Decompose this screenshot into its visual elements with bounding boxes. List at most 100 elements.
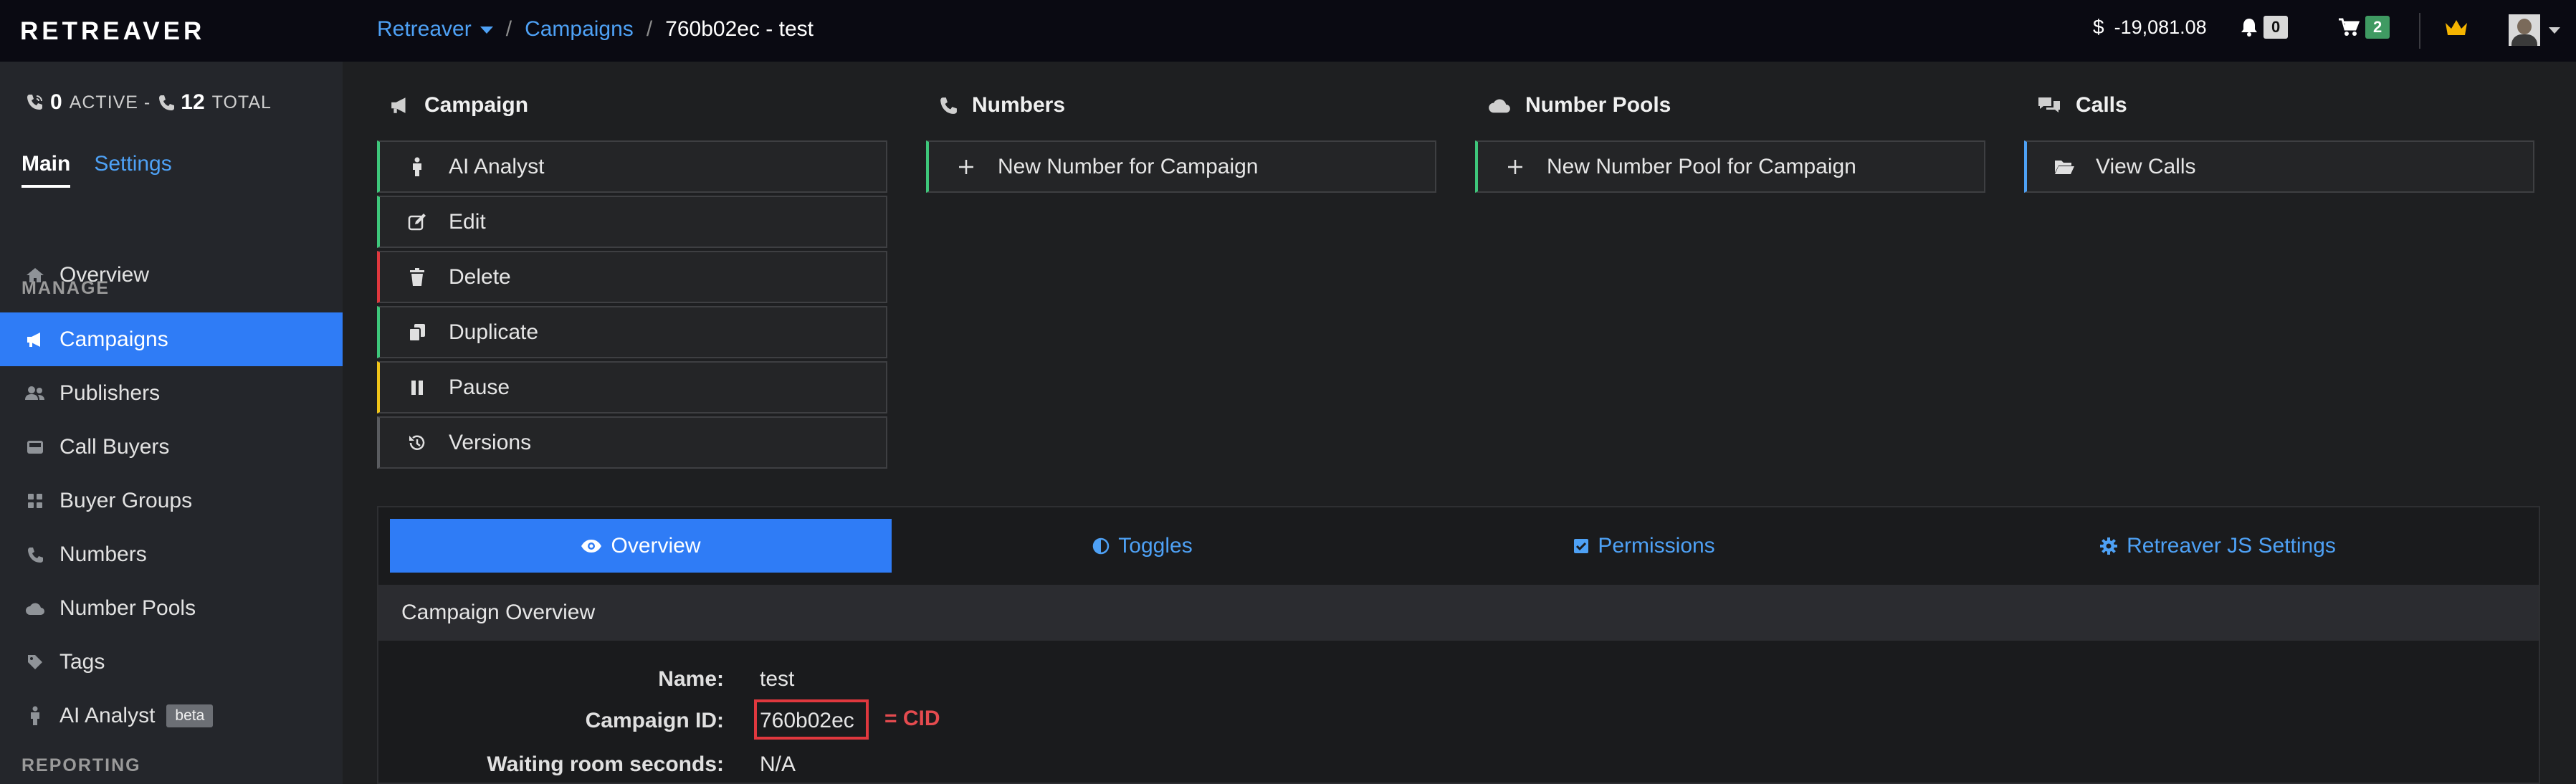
section-heading-reporting: REPORTING bbox=[22, 755, 141, 775]
top-divider bbox=[2419, 13, 2420, 49]
tab-toggles[interactable]: Toggles bbox=[892, 519, 1393, 573]
sidebar-item-label: Publishers bbox=[59, 381, 161, 405]
tab-overview[interactable]: Overview bbox=[390, 519, 892, 573]
plus-icon bbox=[1502, 158, 1528, 176]
tab-retreaver-js-settings[interactable]: Retreaver JS Settings bbox=[1895, 519, 2540, 573]
number-pools-heading: Number Pools bbox=[1488, 93, 1671, 118]
breadcrumb-campaigns[interactable]: Campaigns bbox=[525, 17, 634, 42]
sidebar-item-label: Numbers bbox=[59, 542, 147, 566]
numbers-heading: Numbers bbox=[939, 93, 1065, 118]
sidebar-item-label: Campaigns bbox=[59, 327, 168, 351]
breadcrumb: Retreaver / Campaigns / 760b02ec - test bbox=[377, 17, 814, 42]
sidebar-item-publishers[interactable]: Publishers bbox=[0, 366, 343, 420]
gear-icon bbox=[2099, 537, 2118, 555]
grid-icon bbox=[24, 493, 47, 509]
account-balance[interactable]: $ -19,081.08 bbox=[2093, 16, 2207, 39]
caret-down-icon bbox=[480, 27, 493, 34]
name-value: test bbox=[760, 667, 795, 691]
history-icon bbox=[404, 434, 430, 452]
new-number-button[interactable]: New Number for Campaign bbox=[926, 140, 1436, 193]
new-number-pool-button[interactable]: New Number Pool for Campaign bbox=[1475, 140, 1985, 193]
balance-amount: -19,081.08 bbox=[2114, 16, 2207, 38]
sidebar-item-ai-analyst[interactable]: AI Analyst beta bbox=[0, 689, 343, 742]
campaign-heading: Campaign bbox=[390, 93, 528, 118]
active-label: ACTIVE - bbox=[69, 92, 151, 113]
sidebar: 0 ACTIVE - 12 TOTAL Main Settings Overvi… bbox=[0, 62, 343, 784]
cid-highlight-box bbox=[754, 699, 869, 740]
sidebar-item-buyer-groups[interactable]: Buyer Groups bbox=[0, 474, 343, 527]
call-stats: 0 ACTIVE - 12 TOTAL bbox=[26, 90, 272, 115]
users-icon bbox=[24, 386, 47, 401]
crown-icon[interactable] bbox=[2444, 19, 2468, 37]
pause-icon bbox=[404, 379, 430, 396]
edit-action[interactable]: Edit bbox=[377, 196, 887, 248]
phone-volume-icon bbox=[26, 93, 44, 112]
sidebar-item-label: Number Pools bbox=[59, 596, 196, 620]
calls-heading: Calls bbox=[2037, 93, 2127, 118]
retreaver-logo[interactable]: RETREAVER bbox=[20, 17, 205, 46]
campaign-overview-header: Campaign Overview bbox=[378, 585, 2539, 641]
notifications-count: 0 bbox=[2263, 16, 2289, 39]
trash-icon bbox=[404, 267, 430, 287]
tab-main[interactable]: Main bbox=[22, 152, 71, 188]
comments-icon bbox=[2037, 95, 2061, 115]
top-bar: RETREAVER Retreaver / Campaigns / 760b02… bbox=[0, 0, 2576, 62]
copy-icon bbox=[404, 323, 430, 342]
cloud-icon bbox=[1488, 97, 1511, 114]
sidebar-item-call-buyers[interactable]: Call Buyers bbox=[0, 420, 343, 474]
megaphone-icon bbox=[390, 96, 410, 115]
sidebar-item-tags[interactable]: Tags bbox=[0, 635, 343, 689]
breadcrumb-separator: / bbox=[505, 17, 512, 41]
phone-icon bbox=[939, 96, 958, 115]
adjust-icon bbox=[1092, 537, 1110, 555]
sidebar-item-label: Buyer Groups bbox=[59, 488, 193, 512]
cloud-icon bbox=[24, 601, 47, 616]
user-menu[interactable] bbox=[2509, 14, 2560, 46]
delete-action[interactable]: Delete bbox=[377, 251, 887, 303]
cart-count: 2 bbox=[2365, 16, 2390, 39]
breadcrumb-account[interactable]: Retreaver bbox=[377, 17, 493, 42]
folder-open-icon bbox=[2051, 158, 2077, 176]
cart-button[interactable]: 2 bbox=[2338, 16, 2390, 39]
sidebar-item-label: Tags bbox=[59, 649, 105, 674]
active-count: 0 bbox=[50, 90, 62, 114]
campaign-overview-title: Campaign Overview bbox=[401, 601, 596, 624]
name-label: Name: bbox=[658, 667, 724, 691]
phone-icon bbox=[158, 94, 175, 111]
duplicate-action[interactable]: Duplicate bbox=[377, 306, 887, 358]
avatar bbox=[2509, 14, 2540, 46]
edit-icon bbox=[404, 213, 430, 231]
campaign-id-label: Campaign ID: bbox=[585, 709, 724, 732]
beta-badge: beta bbox=[166, 704, 214, 727]
person-icon bbox=[404, 157, 430, 177]
tag-icon bbox=[24, 654, 47, 671]
pause-action[interactable]: Pause bbox=[377, 361, 887, 413]
sidebar-item-label: AI Analyst bbox=[59, 703, 156, 727]
view-calls-button[interactable]: View Calls bbox=[2024, 140, 2534, 193]
notifications-button[interactable]: 0 bbox=[2241, 16, 2289, 39]
waiting-room-label: Waiting room seconds: bbox=[487, 752, 724, 776]
phone-icon bbox=[24, 546, 47, 563]
breadcrumb-separator: / bbox=[646, 17, 653, 41]
versions-action[interactable]: Versions bbox=[377, 416, 887, 469]
check-square-icon bbox=[1573, 538, 1589, 554]
bell-icon bbox=[2241, 18, 2258, 37]
cart-icon bbox=[2338, 18, 2360, 37]
sidebar-item-numbers[interactable]: Numbers bbox=[0, 527, 343, 581]
cid-annotation: = CID bbox=[884, 707, 940, 730]
person-icon bbox=[24, 706, 47, 726]
dollar-icon: $ bbox=[2093, 16, 2104, 38]
tab-permissions[interactable]: Permissions bbox=[1393, 519, 1895, 573]
sidebar-item-campaigns[interactable]: Campaigns bbox=[0, 312, 343, 366]
ai-analyst-action[interactable]: AI Analyst bbox=[377, 140, 887, 193]
caret-down-icon bbox=[2549, 27, 2560, 34]
megaphone-icon bbox=[24, 331, 47, 348]
total-label: TOTAL bbox=[211, 92, 272, 113]
inbox-icon bbox=[24, 439, 47, 455]
sidebar-item-number-pools[interactable]: Number Pools bbox=[0, 581, 343, 635]
tab-settings[interactable]: Settings bbox=[94, 152, 171, 188]
section-heading-manage: MANAGE bbox=[22, 278, 110, 298]
breadcrumb-current: 760b02ec - test bbox=[665, 17, 814, 41]
eye-icon bbox=[581, 539, 602, 553]
sidebar-item-label: Call Buyers bbox=[59, 434, 170, 459]
